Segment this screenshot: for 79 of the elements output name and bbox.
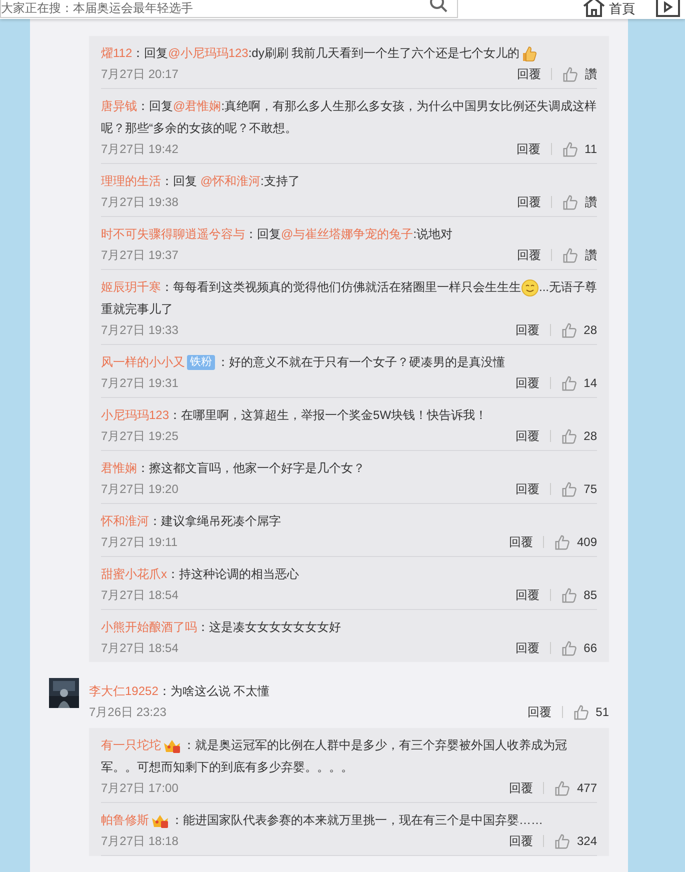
timestamp: 7月27日 19:33 (101, 322, 178, 339)
timestamp: 7月27日 18:54 (101, 587, 178, 604)
comment-text: 燿112：回复@小尼玛玛123:dy刷刷 我前几天看到一个生了六个还是七个女儿的 (101, 42, 597, 64)
reply-link[interactable]: 回覆 (516, 483, 551, 495)
reply-link[interactable]: 回覆 (516, 143, 552, 155)
thumbs-up-icon (560, 480, 578, 498)
reply-link[interactable]: 回覆 (516, 642, 551, 654)
comment-text: 小熊开始酿酒了吗：这是凑女女女女女女女好 (101, 619, 342, 636)
timestamp: 7月27日 17:00 (101, 780, 178, 797)
like-button[interactable]: 讚 (552, 65, 597, 83)
reply-link[interactable]: 回覆 (517, 249, 552, 261)
like-button[interactable]: 11 (552, 140, 597, 158)
timestamp: 7月27日 19:25 (101, 428, 178, 445)
like-button[interactable]: 28 (550, 321, 597, 339)
comment-text: 君惟娴：擦这都文盲吗，他家一个好字是几个女？ (101, 460, 366, 477)
reply-link[interactable]: 回覆 (517, 68, 552, 80)
reply-link[interactable]: 回覆 (516, 589, 551, 601)
reply-link[interactable]: 回覆 (516, 430, 551, 442)
timestamp: 7月27日 20:17 (101, 66, 178, 83)
timestamp: 7月27日 19:31 (101, 375, 178, 392)
like-button[interactable]: 477 (544, 779, 597, 797)
like-button[interactable]: 66 (550, 639, 597, 657)
reply-link[interactable]: 回覆 (516, 377, 551, 389)
thumbs-up-icon (560, 640, 578, 656)
reply-link[interactable]: 回覆 (508, 536, 544, 548)
like-button[interactable]: 85 (550, 586, 597, 604)
thumbs-up-icon (562, 246, 579, 264)
like-button[interactable]: 讚 (552, 246, 597, 264)
reply-link[interactable]: 回覆 (528, 706, 563, 718)
comment-text: 姬辰玥千寒：每每看到这类视频真的觉得他们仿佛就活在猪圈里一样只会生生生 ...无语子尊重就完事儿了 (101, 278, 597, 318)
crown-icon (163, 738, 181, 754)
thumbs-up-icon (554, 832, 571, 850)
home-icon (582, 0, 606, 18)
comment-text: 有一只坨坨 ：就是奥运冠军的比例在人群中是多少，有三个弃婴被外国人收养成为冠军。。可想而知剩下的到底有多少弃婴。。。。 (101, 736, 568, 776)
thumbs-up-icon (562, 140, 579, 158)
reply-link[interactable]: 回覆 (517, 196, 552, 208)
thumbs-up-icon (572, 704, 590, 720)
timestamp: 7月27日 19:20 (101, 481, 178, 498)
timestamp: 7月27日 19:42 (101, 141, 178, 158)
comment-text: 李大仁19252：为啥这么说 不太懂 (89, 683, 271, 700)
reply-link[interactable]: 回覆 (516, 324, 551, 336)
thumbs-up-icon (562, 66, 579, 82)
reply-link[interactable]: 回覆 (508, 835, 544, 847)
video-icon[interactable] (655, 0, 681, 18)
like-button[interactable]: 324 (544, 832, 597, 850)
smile-emoji-icon (521, 278, 539, 297)
timestamp: 7月27日 19:11 (101, 534, 178, 551)
like-button[interactable]: 14 (550, 374, 597, 392)
like-button[interactable]: 75 (550, 480, 597, 498)
comment-text: 帕鲁修斯 ：能进国家队代表参赛的本来就万里挑一，现在有三个是中国弃婴…… (101, 812, 544, 831)
timestamp: 7月27日 18:18 (101, 833, 178, 850)
comment-text: 时不可失骤得聊逍遥兮容与：回复@与崔丝塔娜争宠的兔子:说地对 (101, 226, 454, 243)
thumbs-up-icon (560, 428, 578, 444)
thumbs-up-icon (562, 194, 579, 210)
crown-icon (151, 812, 169, 829)
reply-link[interactable]: 回覆 (508, 782, 544, 794)
comment-text: 风一样的小小又 铁粉 ：好的意义不就在于只有一个女子？硬凑男的是真没懂 (101, 354, 506, 372)
thumbs-up-icon (560, 322, 578, 338)
comment-text: 小尼玛玛123：在哪里啊，这算超生，举报一个奖金5W块钱！快告诉我！ (101, 407, 488, 424)
thumbs-up-icon (554, 780, 571, 796)
search-field[interactable]: 大家正在搜：本届奥运会最年轻选手 (0, 0, 458, 18)
thumbs-up-icon (560, 374, 578, 392)
home-link[interactable]: 首頁 (582, 0, 635, 18)
thumbs-up-icon (560, 586, 578, 604)
timestamp: 7月26日 23:23 (89, 704, 166, 721)
timestamp: 7月27日 19:38 (101, 194, 178, 211)
comment-text: 理理的生活：回复 @怀和淮河:支持了 (101, 173, 301, 190)
comment-text: 怀和淮河：建议拿绳吊死凑个屌字 (101, 513, 282, 530)
like-button[interactable]: 讚 (552, 193, 597, 211)
search-input[interactable]: 大家正在搜：本届奥运会最年轻选手 (1, 1, 401, 16)
like-button[interactable]: 51 (562, 703, 609, 721)
fan-badge: 铁粉 (187, 355, 215, 370)
comment-text: 甜蜜小花爪x：持这种论调的相当恶心 (101, 566, 300, 583)
like-button[interactable]: 28 (550, 427, 597, 445)
thumbs-up-icon (554, 534, 571, 550)
timestamp: 7月27日 18:54 (101, 640, 178, 657)
comment-text: 唐异钺：回复@君惟娴:真绝啊，有那么多人生那么多女孩，为什么中国男女比例还失调成这样呢？那些“多余的女孩的呢？不敢想。 (101, 98, 597, 137)
timestamp: 7月27日 19:37 (101, 247, 178, 264)
like-button[interactable]: 409 (544, 533, 597, 551)
